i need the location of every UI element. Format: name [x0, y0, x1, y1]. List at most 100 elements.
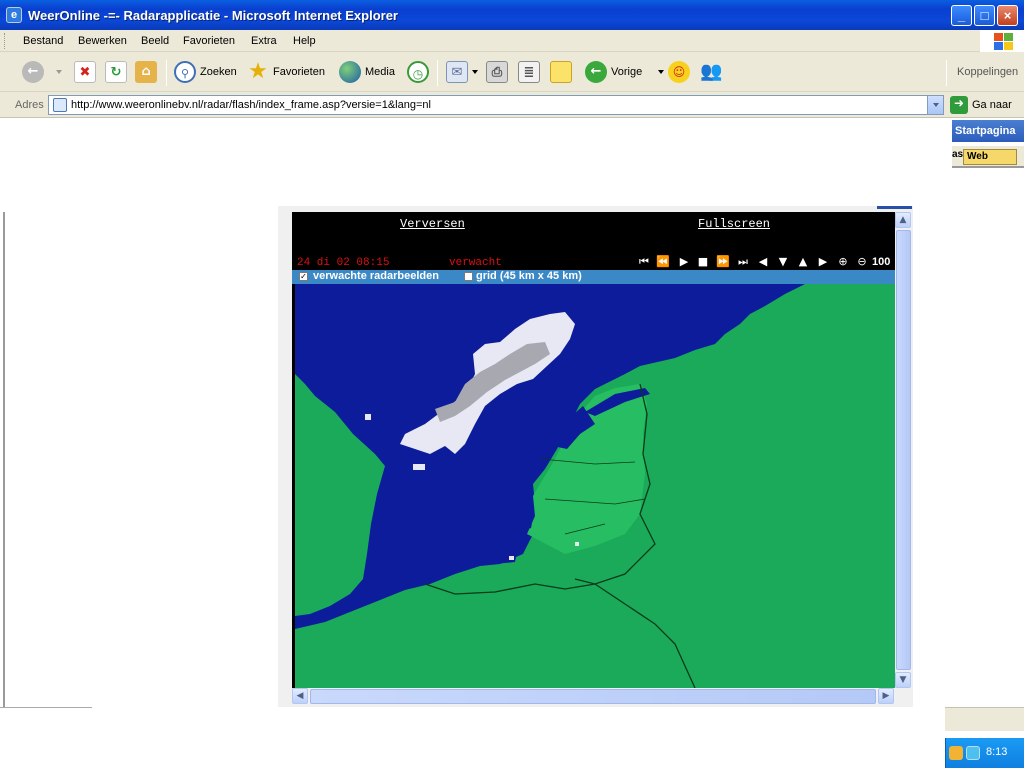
messenger-button[interactable]: 👥	[700, 58, 722, 86]
windows-logo-icon	[980, 30, 1024, 52]
first-icon[interactable]: ⏮	[636, 255, 652, 269]
pan-right-icon[interactable]: ▶	[815, 255, 831, 269]
print-button[interactable]: ⎙	[486, 58, 508, 86]
menu-favorieten[interactable]: Favorieten	[183, 35, 235, 47]
forecast-checkbox[interactable]: ✓	[299, 272, 308, 281]
mail-button[interactable]: ✉	[446, 58, 478, 86]
web-search-bar: as Web	[952, 146, 1024, 168]
zoom-in-icon[interactable]: ⊕	[835, 255, 851, 269]
edit-button[interactable]: ≣	[518, 58, 540, 86]
back-dropdown-icon[interactable]	[56, 70, 62, 74]
pan-down-icon[interactable]: ▼	[775, 255, 791, 269]
edit-document-icon: ≣	[518, 61, 540, 83]
tray-lock-icon[interactable]	[949, 746, 963, 760]
radar-timestamp: 24 di 02 08:15	[297, 257, 390, 269]
horizontal-scrollbar[interactable]: ◀ ▶	[292, 688, 895, 705]
globe-media-icon	[339, 61, 361, 83]
close-button[interactable]: ×	[997, 5, 1018, 26]
radar-rain-light	[365, 414, 371, 420]
home-button[interactable]: ⌂	[135, 58, 157, 86]
stop-button[interactable]: ✖	[74, 58, 96, 86]
forecast-option-label[interactable]: verwachte radarbeelden	[313, 270, 439, 282]
messenger-buddies-icon: 👥	[700, 61, 723, 82]
pan-up-icon[interactable]: ▲	[795, 255, 811, 269]
stop-icon[interactable]: ■	[695, 255, 711, 269]
back-arrow-icon: ←	[22, 61, 44, 83]
media-button[interactable]: Media	[339, 58, 395, 86]
menu-grip	[4, 33, 7, 49]
horizontal-scroll-thumb[interactable]	[310, 689, 876, 704]
address-input[interactable]: http://www.weeronlinebv.nl/radar/flash/i…	[48, 95, 944, 115]
chevron-down-icon	[932, 103, 939, 107]
scroll-left-button[interactable]: ◀	[292, 688, 308, 704]
play-icon[interactable]: ▶	[676, 255, 692, 269]
system-tray: 8:13	[945, 738, 1024, 768]
zoom-out-icon[interactable]: ⊖	[854, 255, 870, 269]
menu-bar: Bestand Bewerken Beeld Favorieten Extra …	[0, 30, 1024, 52]
favorites-label: Favorieten	[273, 66, 325, 78]
radar-rain-light	[509, 556, 514, 560]
toolbar-separator	[946, 60, 947, 86]
favorites-button[interactable]: ★ Favorieten	[247, 58, 325, 86]
startpagina-link[interactable]: Startpagina	[952, 120, 1024, 142]
last-icon[interactable]: ⏭	[735, 255, 751, 269]
web-search-button[interactable]: Web	[963, 149, 1017, 165]
back-button[interactable]: ←	[22, 58, 62, 86]
address-bar: Adres http://www.weeronlinebv.nl/radar/f…	[0, 92, 1024, 118]
mail-dropdown-icon[interactable]	[472, 70, 478, 74]
previous-dropdown-icon[interactable]	[658, 70, 665, 74]
go-button[interactable]: ➜ Ga naar	[950, 96, 1012, 114]
pan-left-icon[interactable]: ◀	[755, 255, 771, 269]
scroll-right-button[interactable]: ▶	[878, 688, 894, 704]
forecast-label: verwacht	[449, 257, 502, 269]
search-icon: ⚲	[174, 61, 196, 83]
page-icon	[53, 98, 67, 112]
tray-network-icon[interactable]	[966, 746, 980, 760]
radar-app: Verversen Fullscreen 24 di 02 08:15 verw…	[292, 212, 895, 688]
refresh-link[interactable]: Verversen	[400, 217, 465, 231]
minimize-button[interactable]: _	[951, 5, 972, 26]
radar-rain-light	[413, 464, 425, 470]
grid-checkbox[interactable]	[464, 272, 473, 281]
previous-button[interactable]: ← Vorige	[585, 58, 665, 86]
toolbar: ← ✖ ↻ ⌂ ⚲ Zoeken ★ Favorieten Media ◷ ✉ …	[0, 52, 1024, 92]
grid-option-label[interactable]: grid (45 km x 45 km)	[476, 270, 582, 282]
ie-icon: e	[6, 7, 22, 23]
scroll-down-button[interactable]: ▼	[895, 672, 911, 688]
menu-bestand[interactable]: Bestand	[23, 35, 63, 47]
page-divider	[0, 707, 92, 708]
toolbar-separator	[166, 60, 167, 86]
fullscreen-link[interactable]: Fullscreen	[698, 217, 770, 231]
menu-extra[interactable]: Extra	[251, 35, 277, 47]
discuss-button[interactable]	[550, 58, 572, 86]
radar-map[interactable]	[295, 284, 895, 688]
menu-bewerken[interactable]: Bewerken	[78, 35, 127, 47]
menu-beeld[interactable]: Beeld	[141, 35, 169, 47]
rewind-icon[interactable]: ⏪	[655, 255, 671, 269]
search-button[interactable]: ⚲ Zoeken	[174, 58, 237, 86]
media-label: Media	[365, 66, 395, 78]
messenger-smiley-button[interactable]: ☺	[668, 58, 690, 86]
address-dropdown-button[interactable]	[927, 96, 943, 114]
zoom-level: 100	[872, 256, 891, 268]
history-button[interactable]: ◷	[407, 58, 429, 86]
go-arrow-icon: ➜	[950, 96, 968, 114]
search-label: Zoeken	[200, 66, 237, 78]
note-icon	[550, 61, 572, 83]
address-url[interactable]: http://www.weeronlinebv.nl/radar/flash/i…	[71, 99, 431, 111]
menu-help[interactable]: Help	[293, 35, 316, 47]
vertical-scrollbar[interactable]: ▲ ▼	[895, 212, 912, 689]
page-left-edge	[3, 212, 5, 708]
links-button[interactable]: Koppelingen	[957, 58, 1018, 86]
refresh-button[interactable]: ↻	[105, 58, 127, 86]
previous-label: Vorige	[611, 66, 643, 78]
vertical-scroll-thumb[interactable]	[896, 230, 911, 670]
go-label: Ga naar	[972, 99, 1012, 111]
fast-forward-icon[interactable]: ⏩	[715, 255, 731, 269]
radar-rain-light	[575, 542, 579, 546]
mail-icon: ✉	[446, 61, 468, 83]
stop-icon: ✖	[74, 61, 96, 83]
scroll-up-button[interactable]: ▲	[895, 212, 911, 228]
maximize-button[interactable]: □	[974, 5, 995, 26]
tray-clock[interactable]: 8:13	[986, 746, 1007, 758]
